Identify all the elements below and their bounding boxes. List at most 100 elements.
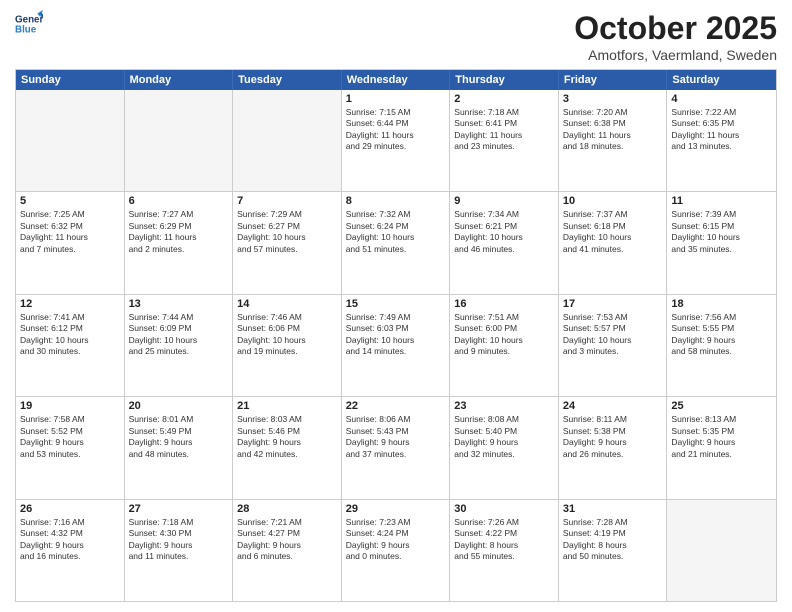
cell-text-line: Daylight: 9 hours [563,437,663,448]
cell-text-line: and 41 minutes. [563,244,663,255]
cell-text-line: Sunset: 6:29 PM [129,221,229,232]
day-cell-7: 7Sunrise: 7:29 AMSunset: 6:27 PMDaylight… [233,192,342,293]
logo-icon: General Blue [15,10,43,38]
day-cell-30: 30Sunrise: 7:26 AMSunset: 4:22 PMDayligh… [450,500,559,601]
cell-text-line: Daylight: 10 hours [454,232,554,243]
cell-text-line: Sunset: 6:09 PM [129,323,229,334]
cell-text-line: Sunrise: 7:29 AM [237,209,337,220]
cell-text-line: Sunrise: 7:18 AM [454,107,554,118]
calendar-header: Sunday Monday Tuesday Wednesday Thursday… [16,70,776,90]
cell-text-line: and 11 minutes. [129,551,229,562]
cell-text-line: Sunset: 6:41 PM [454,118,554,129]
empty-cell [233,90,342,191]
header-sunday: Sunday [16,70,125,90]
cell-text-line: and 18 minutes. [563,141,663,152]
day-number: 24 [563,400,663,412]
cell-text-line: Daylight: 11 hours [671,130,772,141]
day-number: 12 [20,298,120,310]
cell-text-line: Daylight: 11 hours [454,130,554,141]
cell-text-line: Sunset: 4:22 PM [454,528,554,539]
cell-text-line: Sunset: 6:15 PM [671,221,772,232]
cell-text-line: and 25 minutes. [129,346,229,357]
day-cell-13: 13Sunrise: 7:44 AMSunset: 6:09 PMDayligh… [125,295,234,396]
cell-text-line: Daylight: 10 hours [563,335,663,346]
calendar-week-3: 12Sunrise: 7:41 AMSunset: 6:12 PMDayligh… [16,295,776,397]
cell-text-line: Sunrise: 7:21 AM [237,517,337,528]
day-number: 31 [563,503,663,515]
cell-text-line: Daylight: 9 hours [671,437,772,448]
cell-text-line: Sunset: 6:24 PM [346,221,446,232]
day-cell-8: 8Sunrise: 7:32 AMSunset: 6:24 PMDaylight… [342,192,451,293]
cell-text-line: Sunrise: 7:32 AM [346,209,446,220]
day-cell-2: 2Sunrise: 7:18 AMSunset: 6:41 PMDaylight… [450,90,559,191]
cell-text-line: Sunrise: 8:13 AM [671,414,772,425]
day-number: 7 [237,195,337,207]
day-number: 17 [563,298,663,310]
day-number: 15 [346,298,446,310]
cell-text-line: Sunset: 6:35 PM [671,118,772,129]
cell-text-line: Sunset: 5:38 PM [563,426,663,437]
day-number: 27 [129,503,229,515]
cell-text-line: and 30 minutes. [20,346,120,357]
header-thursday: Thursday [450,70,559,90]
day-number: 20 [129,400,229,412]
cell-text-line: Sunrise: 8:06 AM [346,414,446,425]
title-block: October 2025 Amotfors, Vaermland, Sweden [574,10,777,63]
cell-text-line: Sunrise: 7:53 AM [563,312,663,323]
cell-text-line: and 46 minutes. [454,244,554,255]
cell-text-line: Sunset: 6:18 PM [563,221,663,232]
cell-text-line: Sunset: 4:24 PM [346,528,446,539]
location-title: Amotfors, Vaermland, Sweden [574,47,777,63]
day-cell-12: 12Sunrise: 7:41 AMSunset: 6:12 PMDayligh… [16,295,125,396]
day-cell-16: 16 Sunrise: 7:51 AMSunset: 6:00 PMDayligh… [450,295,559,396]
header-wednesday: Wednesday [342,70,451,90]
cell-text-line: Sunrise: 7:58 AM [20,414,120,425]
cell-text-line: Sunrise: 7:37 AM [563,209,663,220]
cell-text-line: Sunset: 6:00 PM [454,323,554,334]
day-number: 16 [454,298,554,310]
cell-text-line: Daylight: 9 hours [237,437,337,448]
calendar-week-5: 26Sunrise: 7:16 AMSunset: 4:32 PMDayligh… [16,500,776,601]
cell-text-line: Sunrise: 7:26 AM [454,517,554,528]
cell-text-line: Sunrise: 7:51 AM [454,312,554,323]
cell-text-line: Daylight: 9 hours [237,540,337,551]
cell-text-line: Sunset: 5:40 PM [454,426,554,437]
calendar-week-4: 19Sunrise: 7:58 AMSunset: 5:52 PMDayligh… [16,397,776,499]
cell-text-line: Sunrise: 7:41 AM [20,312,120,323]
cell-text-line: Sunrise: 8:08 AM [454,414,554,425]
day-cell-25: 25Sunrise: 8:13 AMSunset: 5:35 PMDayligh… [667,397,776,498]
cell-text-line: Sunrise: 7:46 AM [237,312,337,323]
cell-text-line: Daylight: 10 hours [129,335,229,346]
cell-text-line: Daylight: 10 hours [237,335,337,346]
day-cell-26: 26Sunrise: 7:16 AMSunset: 4:32 PMDayligh… [16,500,125,601]
day-cell-18: 18Sunrise: 7:56 AMSunset: 5:55 PMDayligh… [667,295,776,396]
day-number: 21 [237,400,337,412]
cell-text-line: Sunset: 4:30 PM [129,528,229,539]
cell-text-line: Sunrise: 8:11 AM [563,414,663,425]
cell-text-line: Sunset: 5:57 PM [563,323,663,334]
cell-text-line: Sunrise: 7:56 AM [671,312,772,323]
day-number: 23 [454,400,554,412]
day-number: 6 [129,195,229,207]
cell-text-line: Sunset: 4:27 PM [237,528,337,539]
cell-text-line: Daylight: 8 hours [563,540,663,551]
empty-cell [16,90,125,191]
cell-text-line: and 2 minutes. [129,244,229,255]
day-cell-28: 28Sunrise: 7:21 AMSunset: 4:27 PMDayligh… [233,500,342,601]
cell-text-line: and 48 minutes. [129,449,229,460]
cell-text-line: and 53 minutes. [20,449,120,460]
day-cell-17: 17 Sunrise: 7:53 AMSunset: 5:57 PMDayligh… [559,295,668,396]
day-cell-21: 21Sunrise: 8:03 AMSunset: 5:46 PMDayligh… [233,397,342,498]
cell-text-line: Daylight: 10 hours [454,335,554,346]
header-monday: Monday [125,70,234,90]
cell-text-line: Sunrise: 7:22 AM [671,107,772,118]
cell-text-line: and 37 minutes. [346,449,446,460]
day-number: 30 [454,503,554,515]
cell-text-line: Sunrise: 7:15 AM [346,107,446,118]
empty-cell [125,90,234,191]
cell-text-line: Daylight: 9 hours [346,540,446,551]
empty-cell [667,500,776,601]
header: General Blue October 2025 Amotfors, Vaer… [15,10,777,63]
cell-text-line: Sunrise: 7:20 AM [563,107,663,118]
cell-text-line: and 0 minutes. [346,551,446,562]
